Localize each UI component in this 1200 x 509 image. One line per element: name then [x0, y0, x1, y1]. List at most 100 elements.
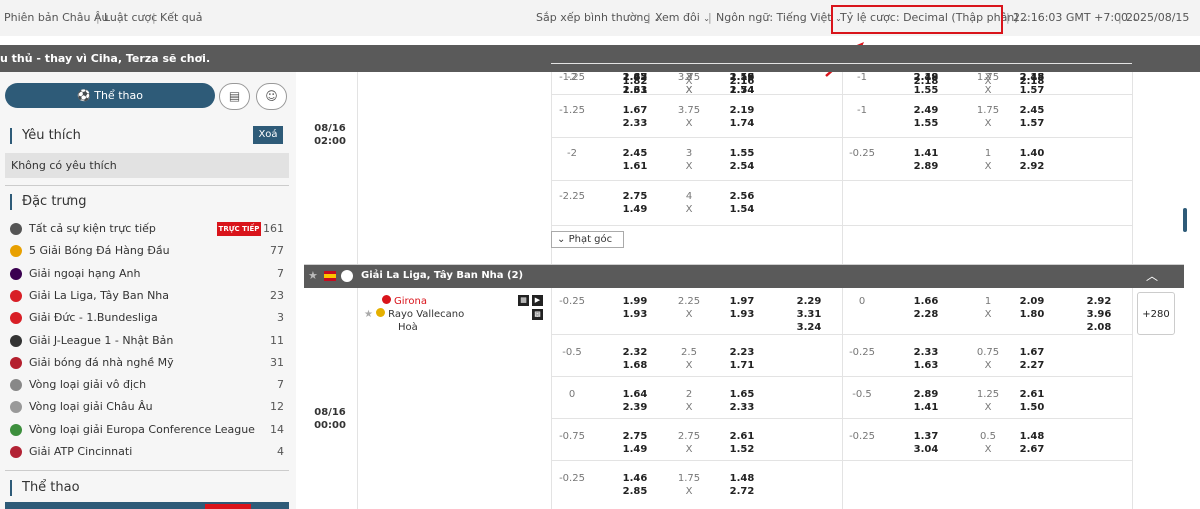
- odds-cell[interactable]: 1.71: [722, 360, 762, 371]
- odds-cell[interactable]: 1.55: [906, 118, 946, 129]
- sidebar-item[interactable]: Vòng loại giải vô địch 7: [10, 374, 286, 396]
- more-markets-button[interactable]: +280: [1137, 292, 1175, 335]
- odds-cell[interactable]: 2.92: [1079, 296, 1119, 307]
- language-dropdown[interactable]: Ngôn ngữ: Tiếng Việt ⌄: [716, 11, 842, 24]
- odds-cell[interactable]: 1.57: [1012, 118, 1052, 129]
- odds-cell[interactable]: 1.67: [615, 105, 655, 116]
- odds-cell[interactable]: 2.09: [1012, 296, 1052, 307]
- account-button[interactable]: ☺: [256, 83, 287, 110]
- odds-cell[interactable]: 2.61: [1012, 389, 1052, 400]
- odds-cell[interactable]: 1.37: [906, 431, 946, 442]
- link-results[interactable]: Kết quả: [160, 11, 203, 24]
- featured-heading: Đặc trưng: [10, 194, 87, 210]
- odds-cell[interactable]: 3.24: [789, 322, 829, 333]
- odds-cell[interactable]: 2.45: [615, 148, 655, 159]
- odds-cell[interactable]: 1.93: [615, 309, 655, 320]
- odds-cell[interactable]: 2.49: [906, 105, 946, 116]
- field-icon[interactable]: ▩: [532, 309, 543, 320]
- odds-cell[interactable]: 2.85: [615, 486, 655, 497]
- link-europe-version[interactable]: Phiên bản Châu Âu: [4, 11, 108, 24]
- handicap-label: 2.75: [677, 431, 701, 442]
- odds-cell[interactable]: 1.41: [906, 148, 946, 159]
- odds-cell[interactable]: 2.33: [722, 402, 762, 413]
- odds-cell[interactable]: 1.46: [615, 473, 655, 484]
- sidebar-item[interactable]: Tất cả sự kiện trực tiếp 161 TRỰC TIẾP: [10, 218, 286, 240]
- odds-cell[interactable]: 2.32: [615, 347, 655, 358]
- odds-cell[interactable]: 2.67: [1012, 444, 1052, 455]
- odds-cell[interactable]: 2.33: [906, 347, 946, 358]
- sidebar-item[interactable]: Giải ngoại hạng Anh 7: [10, 263, 286, 285]
- sidebar-item[interactable]: Giải bóng đá nhà nghề Mỹ 31: [10, 352, 286, 374]
- odds-cell[interactable]: 2.45: [1012, 105, 1052, 116]
- odds-cell[interactable]: 2.89: [906, 161, 946, 172]
- corner-kicks-button[interactable]: ⌄ Phạt góc: [551, 231, 624, 248]
- star-icon[interactable]: ★: [364, 309, 373, 320]
- odds-cell[interactable]: 1.61: [615, 161, 655, 172]
- odds-cell[interactable]: 1.54: [722, 204, 762, 215]
- clear-favorites-button[interactable]: Xoá: [253, 126, 283, 144]
- odds-cell[interactable]: 2.89: [906, 389, 946, 400]
- odds-cell[interactable]: 1.67: [1012, 347, 1052, 358]
- odds-cell[interactable]: 2.45: [615, 72, 655, 83]
- odds-cell[interactable]: 1.48: [1012, 431, 1052, 442]
- league-header[interactable]: ★ Giải La Liga, Tây Ban Nha (2) ︿: [304, 265, 1184, 288]
- odds-cell[interactable]: 2.56: [722, 191, 762, 202]
- odds-cell[interactable]: 1.93: [722, 309, 762, 320]
- odds-cell[interactable]: 2.92: [1012, 161, 1052, 172]
- odds-cell[interactable]: 2.61: [722, 431, 762, 442]
- odds-cell[interactable]: 1.68: [615, 360, 655, 371]
- odds-cell[interactable]: 2.08: [1079, 322, 1119, 333]
- odds-cell[interactable]: 2.19: [722, 105, 762, 116]
- odds-cell[interactable]: 1.41: [906, 402, 946, 413]
- sidebar-item[interactable]: Vòng loại giải Châu Âu 12: [10, 396, 286, 418]
- star-icon[interactable]: ★: [308, 269, 318, 282]
- odds-cell[interactable]: 2.39: [615, 402, 655, 413]
- scrollbar-thumb[interactable]: [1183, 208, 1187, 232]
- odds-cell[interactable]: 2.75: [615, 431, 655, 442]
- collapse-chevron-icon[interactable]: ︿: [1146, 267, 1158, 284]
- odds-cell[interactable]: 1.55: [722, 148, 762, 159]
- odds-cell[interactable]: 2.29: [789, 296, 829, 307]
- odds-cell[interactable]: 1.40: [1012, 148, 1052, 159]
- odds-cell[interactable]: 2.45: [1012, 72, 1052, 83]
- odds-cell[interactable]: 3.96: [1079, 309, 1119, 320]
- odds-cell[interactable]: 2.23: [722, 347, 762, 358]
- link-rules[interactable]: Luật cược: [104, 11, 157, 24]
- odds-cell[interactable]: 3.31: [789, 309, 829, 320]
- odds-cell[interactable]: 1.99: [615, 296, 655, 307]
- sort-dropdown[interactable]: Sắp xếp bình thường ⌄: [536, 11, 661, 24]
- odds-cell[interactable]: 1.55: [722, 72, 762, 83]
- sidebar-item[interactable]: Giải La Liga, Tây Ban Nha 23: [10, 285, 286, 307]
- odds-cell[interactable]: 2.33: [615, 118, 655, 129]
- odds-cell[interactable]: 2.27: [1012, 360, 1052, 371]
- sidebar-item[interactable]: Giải J-League 1 - Nhật Bản 11: [10, 330, 286, 352]
- odds-cell[interactable]: 2.49: [906, 72, 946, 83]
- stats-icon[interactable]: ▦: [518, 295, 529, 306]
- odds-cell[interactable]: 1.65: [722, 389, 762, 400]
- odds-cell[interactable]: 1.49: [615, 444, 655, 455]
- sidebar-item[interactable]: Vòng loại giải Europa Conference League 1…: [10, 419, 286, 441]
- odds-cell[interactable]: 3.04: [906, 444, 946, 455]
- odds-cell[interactable]: 1.50: [1012, 402, 1052, 413]
- odds-cell[interactable]: 1.49: [615, 204, 655, 215]
- sports-tab[interactable]: ⚽ Thể thao: [5, 83, 215, 108]
- odds-cell[interactable]: 2.75: [615, 191, 655, 202]
- odds-cell[interactable]: 2.28: [906, 309, 946, 320]
- odds-cell[interactable]: 1.48: [722, 473, 762, 484]
- live-video-icon[interactable]: ▶: [532, 295, 543, 306]
- odds-cell[interactable]: 1.63: [906, 360, 946, 371]
- sidebar-item[interactable]: Giải ATP Cincinnati 4: [10, 441, 286, 463]
- odds-cell[interactable]: 1.64: [615, 389, 655, 400]
- odds-cell[interactable]: 1.74: [722, 118, 762, 129]
- odds-cell[interactable]: 1.80: [1012, 309, 1052, 320]
- odds-cell[interactable]: 1.52: [722, 444, 762, 455]
- current-date: 2025/08/15: [1126, 11, 1190, 24]
- odds-cell[interactable]: 2.72: [722, 486, 762, 497]
- odds-cell[interactable]: 1.97: [722, 296, 762, 307]
- betslip-button[interactable]: ▤: [219, 83, 250, 110]
- sidebar-item[interactable]: 5 Giải Bóng Đá Hàng Đầu 77: [10, 240, 286, 262]
- odds-cell[interactable]: 1.66: [906, 296, 946, 307]
- sidebar-item[interactable]: Giải Đức - 1.Bundesliga 3: [10, 307, 286, 329]
- odds-cell[interactable]: 2.54: [722, 161, 762, 172]
- view-dropdown[interactable]: Xem đôi ⌄: [655, 11, 710, 24]
